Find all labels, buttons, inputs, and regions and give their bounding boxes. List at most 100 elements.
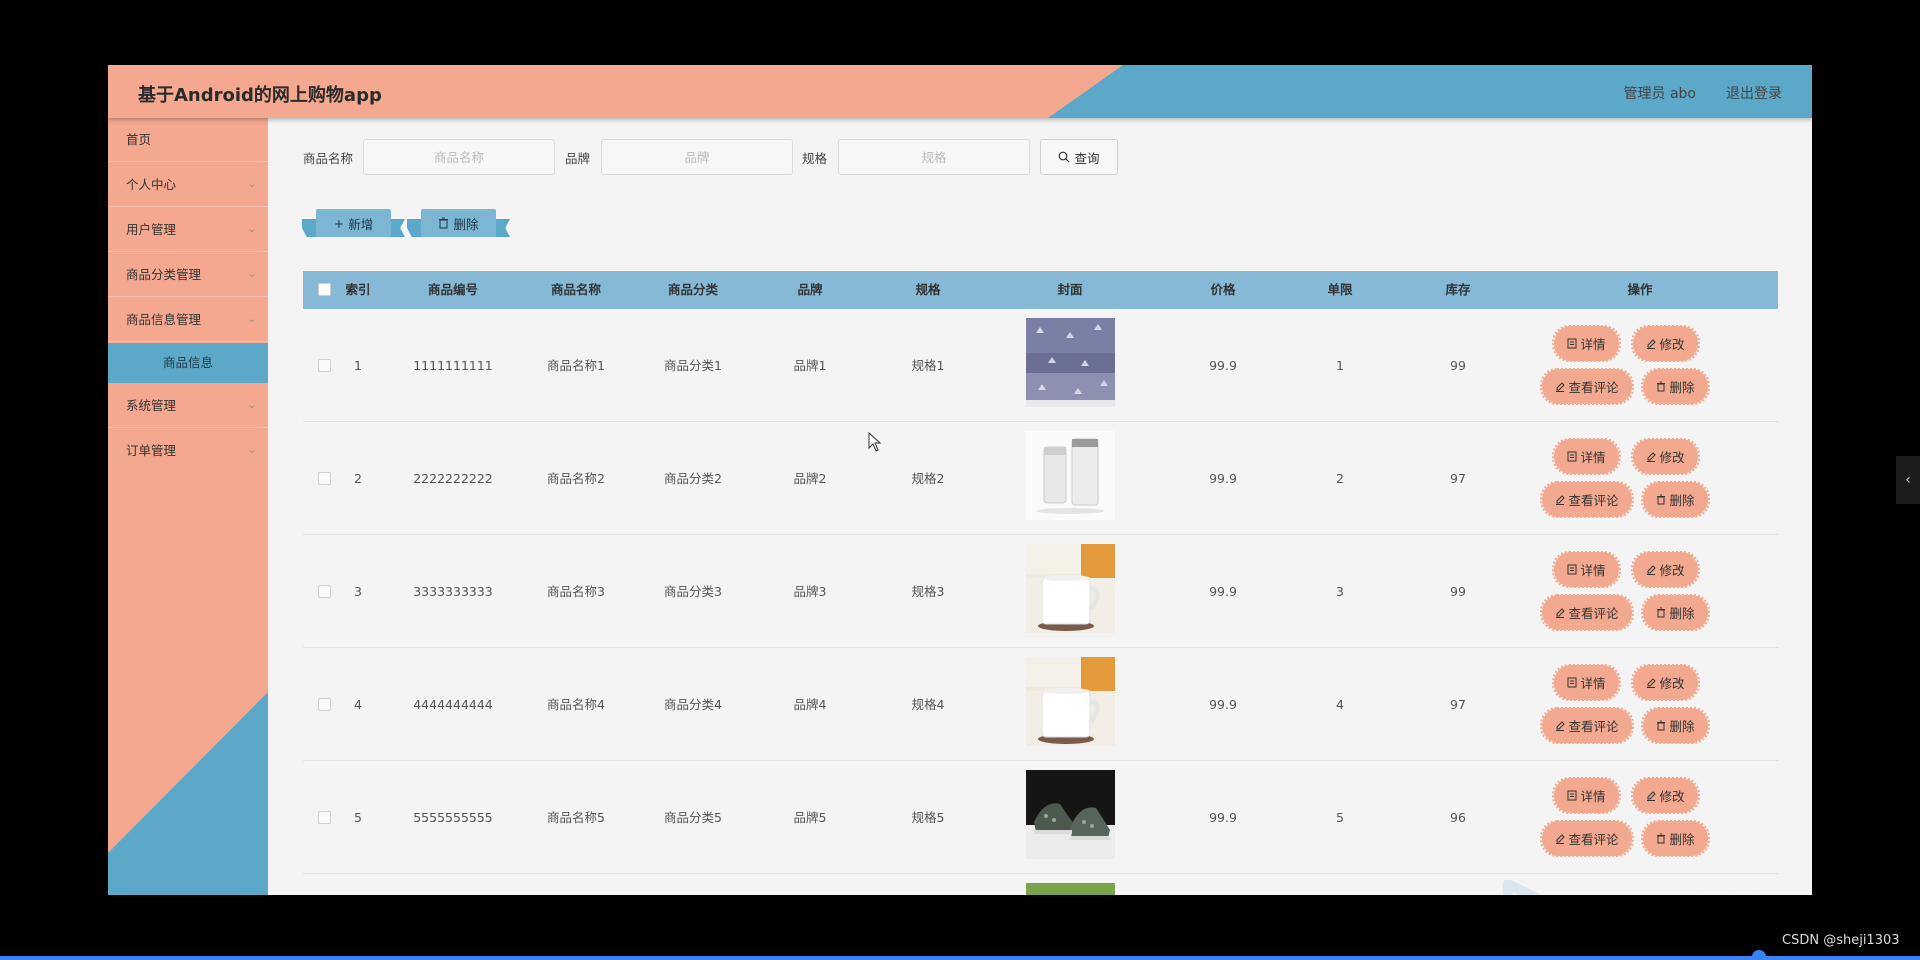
cell-price: 99.9 <box>1209 810 1237 825</box>
delete-row-button[interactable]: 删除 <box>1641 594 1710 631</box>
search-brand-label: 品牌 <box>565 151 591 166</box>
collapse-panel-tab[interactable]: ‹ <box>1896 456 1920 504</box>
column-header: 商品分类 <box>667 282 718 297</box>
select-all-checkbox[interactable] <box>318 283 331 296</box>
cell-category: 商品分类5 <box>664 810 722 825</box>
column-header: 操作 <box>1627 282 1653 297</box>
cell-index: 3 <box>354 584 362 599</box>
view-comments-button-label: 查看评论 <box>1568 832 1619 847</box>
edit-button[interactable]: 修改 <box>1631 438 1700 475</box>
sidebar-subitem-product-info[interactable]: 商品信息 <box>108 343 268 383</box>
chevron-down-icon: ⌄ <box>247 269 256 280</box>
edit-button[interactable]: 修改 <box>1631 777 1700 814</box>
cell-brand: 品牌2 <box>793 471 827 486</box>
cell-stock: 99 <box>1450 584 1466 599</box>
product-name-input[interactable] <box>363 139 555 175</box>
product-cover-image <box>1026 770 1115 859</box>
column-header: 商品编号 <box>427 282 478 297</box>
search-button[interactable]: 查询 <box>1040 139 1118 175</box>
product-cover-image <box>1026 318 1115 407</box>
cell-limit: 4 <box>1336 697 1344 712</box>
cell-name: 商品名称5 <box>547 810 605 825</box>
delete-row-button[interactable]: 删除 <box>1641 368 1710 405</box>
table-header: 索引 商品编号 商品名称 商品分类 品牌 规格 封面 价格 单限 库存 操作 <box>303 271 1778 309</box>
edit-icon <box>1556 382 1566 392</box>
row-checkbox[interactable] <box>318 585 331 598</box>
sidebar-item-personal-center[interactable]: 个人中心 ⌄ <box>108 163 268 207</box>
sidebar-item-system-management[interactable]: 系统管理 ⌄ <box>108 384 268 428</box>
view-comments-button[interactable]: 查看评论 <box>1540 820 1634 857</box>
ribbon-tail <box>389 219 405 237</box>
cell-category: 商品分类1 <box>664 358 722 373</box>
chevron-down-icon: ⌄ <box>247 224 256 235</box>
edit-button[interactable]: 修改 <box>1631 325 1700 362</box>
edit-button[interactable]: 修改 <box>1631 664 1700 701</box>
chevron-down-icon: ⌄ <box>247 179 256 190</box>
cell-name: 商品名称3 <box>547 584 605 599</box>
row-checkbox[interactable] <box>318 359 331 372</box>
column-header: 库存 <box>1445 282 1471 297</box>
cell-category: 商品分类2 <box>664 471 722 486</box>
cell-name: 商品名称4 <box>547 697 605 712</box>
cell-category: 商品分类4 <box>664 697 722 712</box>
detail-button[interactable]: 详情 <box>1552 438 1621 475</box>
edit-icon <box>1556 495 1566 505</box>
chevron-down-icon: ⌄ <box>247 314 256 325</box>
detail-button[interactable]: 详情 <box>1552 664 1621 701</box>
cell-price: 99.9 <box>1209 471 1237 486</box>
cell-price: 99.9 <box>1209 358 1237 373</box>
app-title: 基于Android的网上购物app <box>138 85 382 106</box>
detail-button[interactable]: 详情 <box>1552 325 1621 362</box>
delete-button[interactable]: 删除 <box>407 209 510 239</box>
view-comments-button[interactable]: 查看评论 <box>1540 481 1634 518</box>
edit-button-label: 修改 <box>1659 563 1685 578</box>
trash-icon <box>439 217 449 229</box>
sidebar-item-home[interactable]: 首页 <box>108 118 268 162</box>
trash-icon <box>1657 381 1666 392</box>
delete-row-button-label: 删除 <box>1669 719 1695 734</box>
edit-button[interactable]: 修改 <box>1631 551 1700 588</box>
progress-handle[interactable] <box>1752 950 1766 960</box>
edit-icon <box>1556 608 1566 618</box>
detail-button[interactable]: 详情 <box>1552 777 1621 814</box>
cell-index: 2 <box>354 471 362 486</box>
row-checkbox[interactable] <box>318 698 331 711</box>
row-checkbox[interactable] <box>318 811 331 824</box>
brand-input[interactable] <box>601 139 793 175</box>
detail-button[interactable]: 详情 <box>1552 551 1621 588</box>
edit-icon <box>1556 834 1566 844</box>
sidebar-item-category-management[interactable]: 商品分类管理 ⌄ <box>108 253 268 297</box>
detail-button-label: 详情 <box>1580 450 1606 465</box>
product-cover-image <box>1026 431 1115 520</box>
delete-row-button-label: 删除 <box>1669 606 1695 621</box>
sidebar: 首页 个人中心 ⌄ 用户管理 ⌄ 商品分类管理 ⌄ 商品信息管理 ⌄ 商品信息 … <box>108 118 268 895</box>
spec-input[interactable] <box>838 139 1030 175</box>
sidebar-item-product-management[interactable]: 商品信息管理 ⌄ <box>108 298 268 342</box>
delete-row-button[interactable]: 删除 <box>1641 707 1710 744</box>
delete-row-button[interactable]: 删除 <box>1641 820 1710 857</box>
app-window: 基于Android的网上购物app 管理员 abo 退出登录 首页 个人中心 ⌄… <box>108 65 1812 895</box>
row-checkbox[interactable] <box>318 472 331 485</box>
column-header: 品牌 <box>797 282 823 297</box>
delete-row-button[interactable]: 删除 <box>1641 481 1710 518</box>
cell-brand: 品牌5 <box>793 810 827 825</box>
cell-limit: 2 <box>1336 471 1344 486</box>
cell-index: 1 <box>354 358 362 373</box>
delete-row-button-label: 删除 <box>1669 493 1695 508</box>
cell-spec: 规格1 <box>911 358 945 373</box>
add-button[interactable]: + 新增 <box>302 209 405 239</box>
cell-code: 5555555555 <box>413 810 493 825</box>
view-comments-button[interactable]: 查看评论 <box>1540 594 1634 631</box>
cell-code: 4444444444 <box>413 697 493 712</box>
edit-icon <box>1647 678 1657 688</box>
document-icon <box>1567 338 1577 349</box>
sidebar-item-user-management[interactable]: 用户管理 ⌄ <box>108 208 268 252</box>
detail-button-label: 详情 <box>1580 676 1606 691</box>
sidebar-item-label: 系统管理 <box>126 398 177 413</box>
video-progress-bar[interactable] <box>0 956 1920 960</box>
sidebar-item-order-management[interactable]: 订单管理 ⌄ <box>108 429 268 473</box>
column-header: 价格 <box>1210 282 1236 297</box>
view-comments-button[interactable]: 查看评论 <box>1540 707 1634 744</box>
view-comments-button[interactable]: 查看评论 <box>1540 368 1634 405</box>
logout-link[interactable]: 退出登录 <box>1726 83 1782 103</box>
